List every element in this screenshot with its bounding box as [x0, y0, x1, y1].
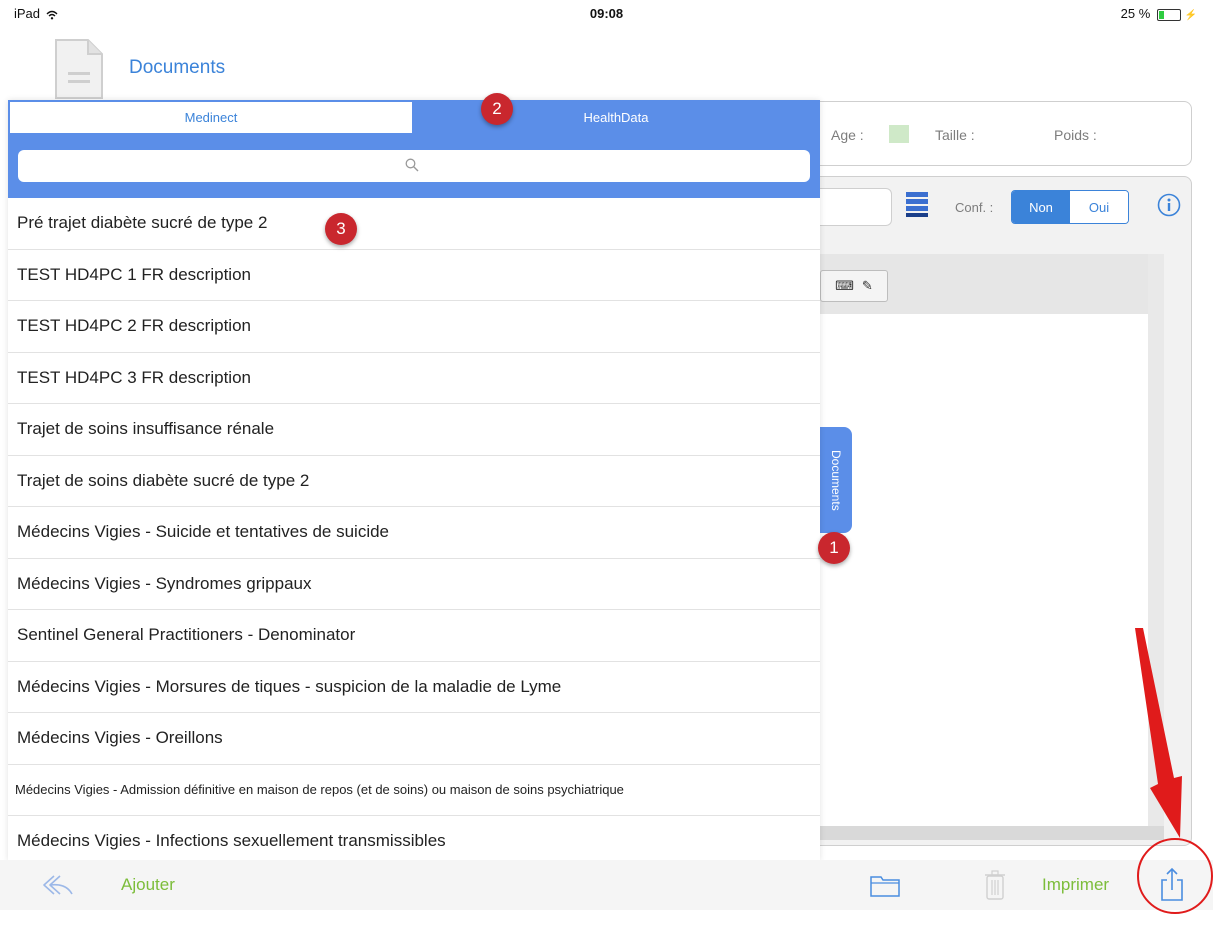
list-item[interactable]: Médecins Vigies - Morsures de tiques - s…: [8, 662, 820, 713]
popover-header: Medinect HealthData: [8, 100, 820, 198]
list-item[interactable]: Trajet de soins diabète sucré de type 2: [8, 456, 820, 507]
list-item[interactable]: Médecins Vigies - Infections sexuellemen…: [8, 816, 820, 861]
callout-badge-1: 1: [818, 532, 850, 564]
documents-side-tab[interactable]: Documents: [820, 427, 852, 533]
editor-format-buttons[interactable]: ⌨ ✎: [820, 270, 888, 302]
back-icon[interactable]: [40, 872, 74, 898]
age-label: Age :: [831, 127, 864, 143]
documents-popover: Medinect HealthData Pré trajet diabète s…: [8, 100, 820, 861]
clock: 09:08: [589, 6, 624, 21]
callout-badge-2: 2: [481, 93, 513, 125]
document-title-input[interactable]: [812, 188, 892, 226]
list-item[interactable]: Médecins Vigies - Suicide et tentatives …: [8, 507, 820, 559]
trash-icon[interactable]: [984, 870, 1006, 900]
list-item[interactable]: TEST HD4PC 3 FR description: [8, 353, 820, 404]
list-item[interactable]: Médecins Vigies - Oreillons: [8, 713, 820, 765]
document-icon: [55, 39, 103, 99]
list-item[interactable]: Trajet de soins insuffisance rénale: [8, 404, 820, 456]
list-item[interactable]: Pré trajet diabète sucré de type 2: [8, 198, 820, 250]
status-bar: iPad 09:08 25 % ⚡: [0, 0, 1213, 36]
edit-icon[interactable]: ✎: [862, 278, 873, 294]
search-icon: [405, 158, 419, 172]
add-button[interactable]: Ajouter: [121, 875, 175, 895]
keyboard-icon[interactable]: ⌨: [835, 278, 854, 294]
battery-status: 25 % ⚡: [1121, 6, 1197, 21]
documents-side-tab-label: Documents: [829, 449, 843, 511]
tab-medinect[interactable]: Medinect: [10, 102, 412, 133]
callout-badge-3: 3: [325, 213, 357, 245]
document-template-list: Pré trajet diabète sucré de type 2 TEST …: [8, 198, 820, 861]
charging-icon: ⚡: [1184, 10, 1197, 21]
folder-icon[interactable]: [870, 873, 900, 897]
tab-healthdata[interactable]: HealthData: [414, 102, 818, 133]
red-arrow-annotation: [1135, 628, 1182, 838]
confidential-no-option[interactable]: Non: [1012, 191, 1070, 223]
editor-text-area[interactable]: [818, 314, 1148, 826]
confidential-toggle[interactable]: Non Oui: [1011, 190, 1129, 224]
weight-label: Poids :: [1054, 127, 1097, 143]
list-icon[interactable]: [906, 192, 928, 218]
height-label: Taille :: [935, 127, 975, 143]
patient-info-panel: Age : Taille : Poids :: [812, 101, 1192, 166]
confidential-label: Conf. :: [955, 200, 994, 215]
list-item[interactable]: Médecins Vigies - Admission définitive e…: [8, 765, 820, 816]
age-value[interactable]: [889, 125, 909, 143]
info-icon[interactable]: [1157, 193, 1181, 217]
search-input[interactable]: [18, 150, 810, 182]
battery-percent: 25 %: [1120, 6, 1151, 21]
list-item[interactable]: Sentinel General Practitioners - Denomin…: [8, 610, 820, 662]
battery-icon: [1156, 8, 1181, 21]
share-highlight-circle: [1137, 838, 1213, 914]
confidential-yes-option[interactable]: Oui: [1070, 191, 1128, 223]
list-item[interactable]: Médecins Vigies - Syndromes grippaux: [8, 559, 820, 610]
bottom-toolbar: [0, 860, 1213, 910]
print-button[interactable]: Imprimer: [1042, 875, 1109, 895]
list-item[interactable]: TEST HD4PC 2 FR description: [8, 301, 820, 353]
page-title: Documents: [129, 57, 226, 78]
list-item[interactable]: TEST HD4PC 1 FR description: [8, 250, 820, 301]
editor-footer: [818, 826, 1164, 840]
